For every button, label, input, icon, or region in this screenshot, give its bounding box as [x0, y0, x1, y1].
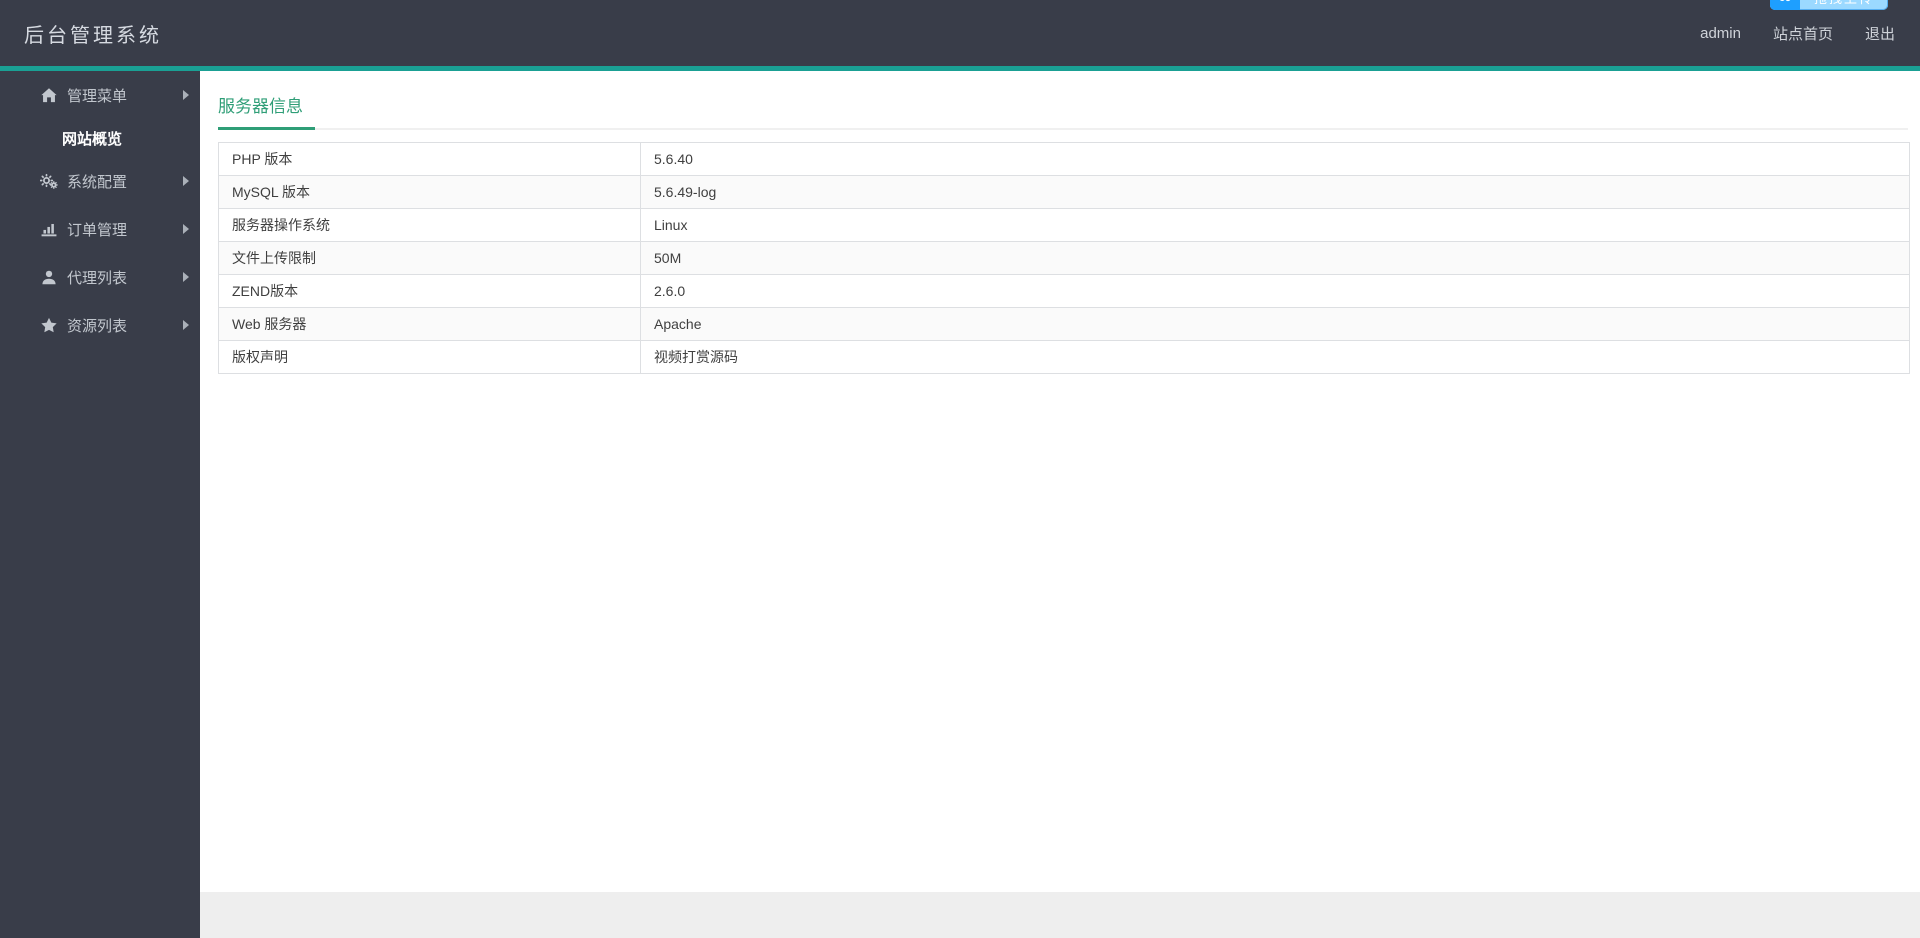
chevron-right-icon — [183, 272, 189, 282]
main-content: 服务器信息 PHP 版本 5.6.40 MySQL 版本 5.6.49-log … — [200, 71, 1920, 892]
table-row: MySQL 版本 5.6.49-log — [218, 175, 1910, 209]
chevron-right-icon — [183, 320, 189, 330]
topbar-link-site-home[interactable]: 站点首页 — [1773, 23, 1833, 44]
sidebar-item-admin-menu[interactable]: 管理菜单 — [0, 71, 200, 119]
sidebar-item-site-overview[interactable]: 网站概览 — [0, 119, 200, 157]
table-row: Web 服务器 Apache — [218, 307, 1910, 341]
row-label: 版权声明 — [218, 340, 641, 374]
table-row: ZEND版本 2.6.0 — [218, 274, 1910, 308]
row-label: PHP 版本 — [218, 142, 641, 176]
sidebar-item-label: 资源列表 — [67, 317, 128, 335]
server-info-table: PHP 版本 5.6.40 MySQL 版本 5.6.49-log 服务器操作系… — [218, 142, 1910, 374]
sidebar-item-order-management[interactable]: 订单管理 — [0, 205, 200, 253]
infinity-icon: ∞ — [1770, 0, 1800, 10]
app-title: 后台管理系统 — [24, 24, 162, 47]
topbar-link-admin[interactable]: admin — [1700, 25, 1741, 42]
upload-extension-badge[interactable]: ∞ 拖拽上传 — [1770, 0, 1888, 10]
row-label: MySQL 版本 — [218, 175, 641, 209]
table-row: 版权声明 视频打赏源码 — [218, 340, 1910, 374]
row-value: 2.6.0 — [640, 274, 1910, 308]
chevron-right-icon — [183, 176, 189, 186]
row-label: Web 服务器 — [218, 307, 641, 341]
upload-extension-label: 拖拽上传 — [1800, 0, 1888, 10]
bar-chart-icon — [40, 221, 58, 238]
table-row: 文件上传限制 50M — [218, 241, 1910, 275]
row-value: 5.6.49-log — [640, 175, 1910, 209]
row-label: ZEND版本 — [218, 274, 641, 308]
sidebar-item-label: 系统配置 — [67, 173, 128, 191]
star-icon — [40, 317, 58, 334]
topbar-link-logout[interactable]: 退出 — [1865, 23, 1895, 44]
sidebar-item-label: 管理菜单 — [67, 87, 128, 105]
row-value: 5.6.40 — [640, 142, 1910, 176]
row-label: 服务器操作系统 — [218, 208, 641, 242]
chevron-right-icon — [183, 90, 189, 100]
tab-bar: 服务器信息 — [218, 71, 1908, 130]
sidebar-item-label: 订单管理 — [67, 221, 128, 239]
sidebar: 管理菜单 网站概览 系统配置 订单管理 代理列表 资源列表 — [0, 71, 200, 938]
user-icon — [40, 269, 58, 286]
sidebar-item-system-config[interactable]: 系统配置 — [0, 157, 200, 205]
sidebar-item-label: 代理列表 — [67, 269, 128, 287]
row-value: Apache — [640, 307, 1910, 341]
sidebar-item-agent-list[interactable]: 代理列表 — [0, 253, 200, 301]
home-icon — [40, 87, 58, 104]
row-value: Linux — [640, 208, 1910, 242]
sidebar-item-resource-list[interactable]: 资源列表 — [0, 301, 200, 349]
row-label: 文件上传限制 — [218, 241, 641, 275]
table-row: 服务器操作系统 Linux — [218, 208, 1910, 242]
footer — [200, 892, 1920, 938]
sidebar-item-label: 网站概览 — [62, 130, 123, 148]
row-value: 50M — [640, 241, 1910, 275]
row-value: 视频打赏源码 — [640, 340, 1910, 374]
table-row: PHP 版本 5.6.40 — [218, 142, 1910, 176]
chevron-right-icon — [183, 224, 189, 234]
topbar: 后台管理系统 admin 站点首页 退出 — [0, 0, 1920, 71]
tab-server-info[interactable]: 服务器信息 — [218, 92, 315, 130]
cogs-icon — [40, 173, 58, 190]
